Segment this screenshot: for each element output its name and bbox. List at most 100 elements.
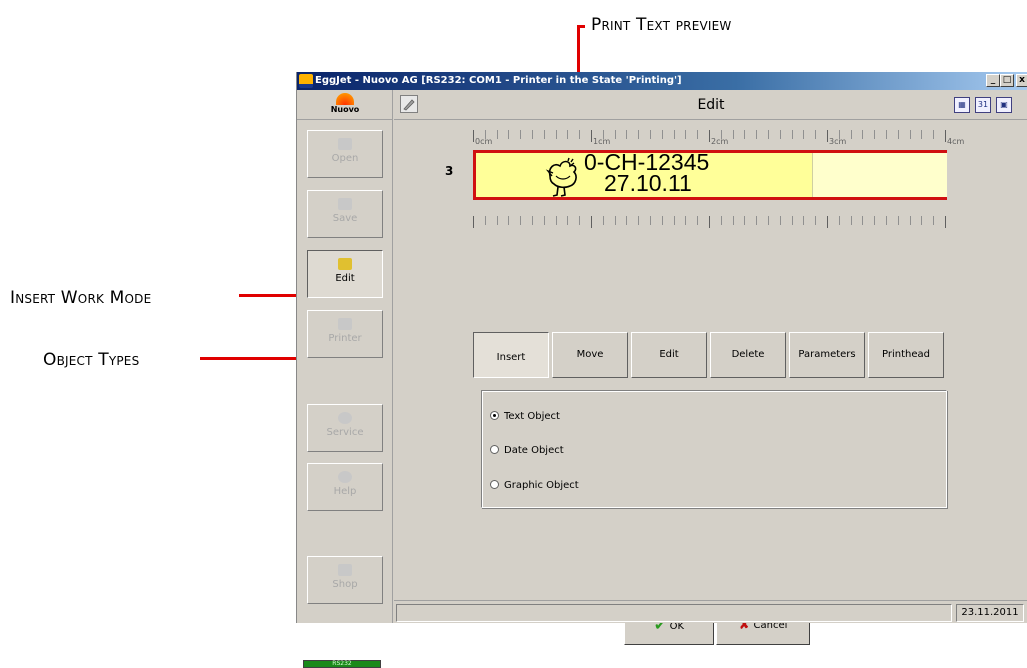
ruler-tick <box>591 130 592 142</box>
mode-button-delete[interactable]: Delete <box>710 332 786 378</box>
status-date: 23.11.2011 <box>956 604 1024 622</box>
print-text-preview[interactable]: 0-CH-12345 27.10.11 <box>473 150 947 200</box>
radio-button[interactable] <box>490 480 499 489</box>
sidebar-item-printer[interactable]: Printer <box>307 310 383 358</box>
ruler-tick <box>803 216 805 225</box>
minimize-button[interactable]: _ <box>986 74 1000 87</box>
sidebar-item-help[interactable]: Help <box>307 463 383 511</box>
ruler-tick <box>732 216 734 225</box>
mode-button-edit[interactable]: Edit <box>631 332 707 378</box>
ruler-tick <box>496 130 498 139</box>
monitor-icon[interactable]: ▣ <box>996 97 1012 113</box>
ruler-tick <box>532 216 533 225</box>
maximize-button[interactable]: □ <box>1000 74 1014 87</box>
ruler-tick <box>897 130 899 139</box>
ruler-tick <box>555 216 557 225</box>
sidebar-item-shop[interactable]: Shop <box>307 556 383 604</box>
radio-label: Graphic Object <box>504 480 579 491</box>
ruler-tick <box>685 130 687 139</box>
ruler-tick <box>756 130 758 139</box>
ruler-tick <box>709 130 710 142</box>
close-button[interactable]: x <box>1016 74 1027 87</box>
sidebar-item-save[interactable]: Save <box>307 190 383 238</box>
ruler-tick <box>744 216 746 225</box>
callout-object-types: Object Types <box>43 350 140 370</box>
ruler-tick <box>827 216 828 228</box>
printer-icon <box>338 318 352 330</box>
sidebar-item-label: Shop <box>332 579 358 590</box>
ruler-label: 0cm <box>475 137 493 146</box>
ruler-bottom <box>473 216 947 236</box>
calendar-icon[interactable]: 31 <box>975 97 991 113</box>
ruler-tick <box>532 130 533 139</box>
radio-graphic-object[interactable]: Graphic Object <box>490 480 579 491</box>
row-number: 3 <box>445 164 454 178</box>
ruler-tick <box>850 216 852 225</box>
ruler-tick <box>508 130 510 139</box>
ruler-tick <box>779 130 781 139</box>
ruler-tick <box>874 130 876 139</box>
radio-label: Date Object <box>504 445 564 456</box>
object-types-group: Text Object Date Object Graphic Object <box>481 390 947 508</box>
ruler-tick <box>579 130 581 139</box>
ruler-tick <box>661 216 663 225</box>
ruler-tick <box>673 130 675 139</box>
ruler-tick <box>720 216 722 225</box>
sidebar-item-edit[interactable]: Edit <box>307 250 383 298</box>
ruler-tick <box>886 130 887 139</box>
edit-icon <box>338 258 352 270</box>
ruler-tick <box>638 216 640 225</box>
ruler-tick <box>862 216 864 225</box>
ruler-tick <box>650 216 651 225</box>
ruler-tick <box>638 130 640 139</box>
save-icon <box>338 198 352 210</box>
ruler-tick <box>862 130 864 139</box>
sidebar-item-label: Service <box>326 427 364 438</box>
mode-button-move[interactable]: Move <box>552 332 628 378</box>
hen-icon <box>545 157 577 197</box>
ruler-tick <box>543 130 545 139</box>
ruler-tick <box>909 216 911 225</box>
preview-empty-area <box>812 153 947 197</box>
ruler-tick <box>567 130 569 139</box>
logo-sun-icon <box>336 93 354 105</box>
radio-button[interactable] <box>490 411 499 420</box>
sidebar-item-label: Save <box>332 213 358 224</box>
ruler-tick <box>874 216 876 225</box>
ruler-tick <box>886 216 887 225</box>
title-bar[interactable]: EggJet - Nuovo AG [RS232: COM1 - Printer… <box>297 72 1027 90</box>
radio-text-object[interactable]: Text Object <box>490 411 560 422</box>
pencil-icon[interactable] <box>400 95 418 113</box>
radio-button[interactable] <box>490 445 499 454</box>
ruler-tick <box>626 216 628 225</box>
ruler-tick <box>496 216 498 225</box>
ruler-tick <box>791 216 793 225</box>
sidebar-item-service[interactable]: Service <box>307 404 383 452</box>
ruler-tick <box>768 130 769 139</box>
ruler-tick <box>685 216 687 225</box>
ruler-tick <box>602 216 604 225</box>
keyboard-icon[interactable]: ▦ <box>954 97 970 113</box>
app-icon <box>299 74 313 88</box>
ruler-tick <box>744 130 746 139</box>
mode-button-insert[interactable]: Insert <box>473 332 549 378</box>
ruler-label: 4cm <box>947 137 965 146</box>
mode-button-parameters[interactable]: Parameters <box>789 332 865 378</box>
mode-button-printhead[interactable]: Printhead <box>868 332 944 378</box>
ruler-label: 2cm <box>711 137 729 146</box>
footer-divider <box>394 600 1027 601</box>
ruler-tick <box>614 216 616 225</box>
ruler-tick <box>791 130 793 139</box>
sidebar: Open Save Edit Printer Service Help Shop… <box>297 120 393 668</box>
window-title: EggJet - Nuovo AG [RS232: COM1 - Printer… <box>315 75 682 86</box>
ruler-tick <box>827 130 828 142</box>
ruler-tick <box>650 130 651 139</box>
ruler-tick <box>921 216 923 225</box>
ruler-tick <box>709 216 710 228</box>
ruler-tick <box>779 216 781 225</box>
ruler-top: 0cm 1cm 2cm 3cm 4cm <box>473 130 964 150</box>
status-bar: 23.11.2011 <box>394 602 1027 623</box>
sidebar-item-label: Help <box>333 486 357 497</box>
sidebar-item-open[interactable]: Open <box>307 130 383 178</box>
radio-date-object[interactable]: Date Object <box>490 445 564 456</box>
